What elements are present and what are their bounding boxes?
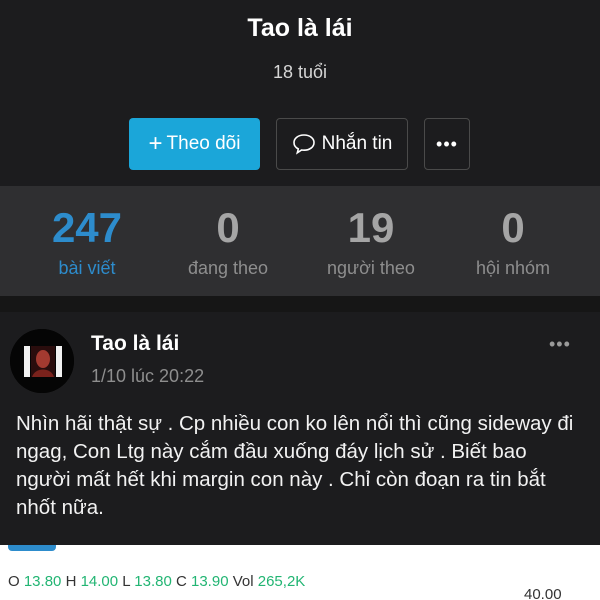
message-button[interactable]: Nhắn tin: [276, 118, 408, 170]
open-label: O: [8, 573, 20, 590]
close-label: C: [175, 573, 187, 590]
stat-following[interactable]: 0 đang theo: [153, 204, 303, 279]
stat-posts-label: bài viết: [58, 258, 116, 278]
more-options-button[interactable]: •••: [424, 118, 470, 170]
high-value: 14.00: [80, 573, 119, 590]
stock-chart-preview[interactable]: O 13.80 H 14.00 L 13.80 C 13.90 Vol 265,…: [0, 545, 600, 600]
profile-age: 18 tuổi: [272, 62, 328, 82]
post-body: Nhìn hãi thật sự . Cp nhiều con ko lên n…: [16, 412, 574, 519]
high-label: H: [65, 573, 77, 590]
price-axis-tick: 40.00: [524, 586, 562, 600]
volume-value: 265,2K: [257, 573, 306, 590]
profile-header: Tao là lái 18 tuổi + Theo dõi Nhắn tin •…: [0, 0, 600, 186]
chat-bubble-icon: [292, 134, 315, 155]
low-label: L: [122, 573, 131, 590]
avatar[interactable]: [10, 329, 74, 393]
stat-posts-count: 247: [51, 204, 123, 251]
low-value: 13.80: [134, 573, 172, 590]
message-label: Nhắn tin: [321, 133, 393, 154]
stat-following-label: đang theo: [187, 258, 269, 278]
profile-name: Tao là lái: [247, 14, 353, 42]
stat-groups-label: hội nhóm: [475, 258, 551, 278]
open-value: 13.80: [23, 573, 62, 590]
profile-stats: 247 bài viết 0 đang theo 19 người theo 0…: [0, 186, 600, 296]
stat-groups[interactable]: 0 hội nhóm: [438, 204, 588, 279]
follow-button[interactable]: + Theo dõi: [129, 118, 260, 170]
stat-followers-count: 19: [347, 204, 395, 251]
avatar-image: [10, 329, 74, 393]
close-value: 13.90: [191, 573, 229, 590]
post-author[interactable]: Tao là lái: [91, 332, 179, 356]
post-timestamp: 1/10 lúc 20:22: [91, 366, 205, 386]
stat-followers-label: người theo: [327, 258, 415, 278]
chart-tab[interactable]: [8, 545, 56, 551]
stat-following-count: 0: [216, 204, 240, 251]
more-horizontal-icon: •••: [436, 133, 458, 154]
post-more-icon[interactable]: •••: [549, 334, 571, 355]
ohlc-readout: O 13.80 H 14.00 L 13.80 C 13.90 Vol 265,…: [8, 573, 305, 590]
volume-label: Vol: [232, 573, 254, 590]
stat-groups-count: 0: [501, 204, 525, 251]
plus-icon: +: [148, 130, 163, 157]
stat-followers[interactable]: 19 người theo: [296, 204, 446, 279]
stat-posts[interactable]: 247 bài viết: [12, 204, 162, 279]
follow-label: Theo dõi: [166, 133, 241, 154]
